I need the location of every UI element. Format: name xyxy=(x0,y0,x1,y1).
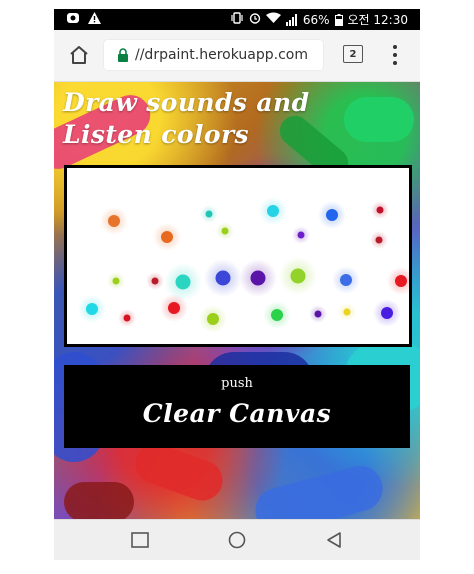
clock-time: 오전 12:30 xyxy=(347,12,408,27)
canvas-dot xyxy=(297,231,305,239)
url-text: //drpaint.herokuapp.com xyxy=(135,47,308,63)
canvas-dot xyxy=(112,277,120,285)
page-headline: Draw sounds and Listen colors xyxy=(63,88,310,149)
canvas-dot xyxy=(395,275,407,287)
background-blob xyxy=(250,460,388,522)
canvas-dot xyxy=(250,270,266,286)
clear-canvas-button[interactable]: push Clear Canvas xyxy=(64,365,410,448)
canvas-dot xyxy=(376,206,384,214)
lock-icon xyxy=(117,48,129,62)
canvas-dot xyxy=(314,310,322,318)
canvas-dot xyxy=(326,209,338,221)
status-bar: 66% 오전 12:30 xyxy=(54,9,420,30)
notification-app-icon xyxy=(66,12,80,27)
background-blob xyxy=(129,437,229,507)
recent-apps-icon[interactable] xyxy=(129,531,151,549)
background-blob xyxy=(64,482,134,522)
address-bar[interactable]: //drpaint.herokuapp.com xyxy=(104,40,323,70)
canvas-dot xyxy=(375,236,383,244)
canvas-dot xyxy=(343,308,351,316)
android-nav-bar xyxy=(54,519,420,560)
canvas-dot xyxy=(207,313,219,325)
battery-percent: 66% xyxy=(302,12,330,27)
canvas-dot xyxy=(340,274,352,286)
page-background: Draw sounds and Listen colors push Clear… xyxy=(54,82,420,522)
vibrate-icon xyxy=(230,12,244,27)
tabs-icon[interactable]: 2 xyxy=(343,45,363,63)
browser-toolbar: //drpaint.herokuapp.com 2 xyxy=(54,30,420,82)
signal-icon xyxy=(285,13,298,26)
canvas-dot xyxy=(151,277,159,285)
canvas-dot xyxy=(168,302,180,314)
battery-icon xyxy=(334,13,343,26)
wifi-icon xyxy=(265,12,281,27)
canvas-dot xyxy=(290,268,306,284)
canvas-dot xyxy=(215,270,231,286)
canvas-dot xyxy=(123,314,131,322)
canvas-dot xyxy=(86,303,98,315)
phone-screen: 66% 오전 12:30 //drpaint.herokuapp.com 2 D… xyxy=(54,9,420,560)
canvas-dot xyxy=(267,205,279,217)
warning-icon xyxy=(88,12,101,27)
canvas-dot xyxy=(161,231,173,243)
overflow-menu-icon[interactable] xyxy=(391,43,399,67)
home-icon[interactable] xyxy=(66,42,92,68)
tab-count: 2 xyxy=(349,48,357,60)
canvas-dots xyxy=(78,197,409,333)
canvas-dot xyxy=(108,215,120,227)
alarm-icon xyxy=(249,12,261,27)
canvas-dot xyxy=(205,210,213,218)
clear-canvas-label: Clear Canvas xyxy=(142,399,332,428)
drawing-canvas[interactable] xyxy=(64,165,412,347)
push-label: push xyxy=(221,376,253,391)
canvas-dot xyxy=(175,274,191,290)
canvas-dot xyxy=(381,307,393,319)
home-circle-icon[interactable] xyxy=(226,531,248,549)
back-icon[interactable] xyxy=(323,531,345,549)
canvas-dot xyxy=(271,309,283,321)
canvas-dot xyxy=(221,227,229,235)
